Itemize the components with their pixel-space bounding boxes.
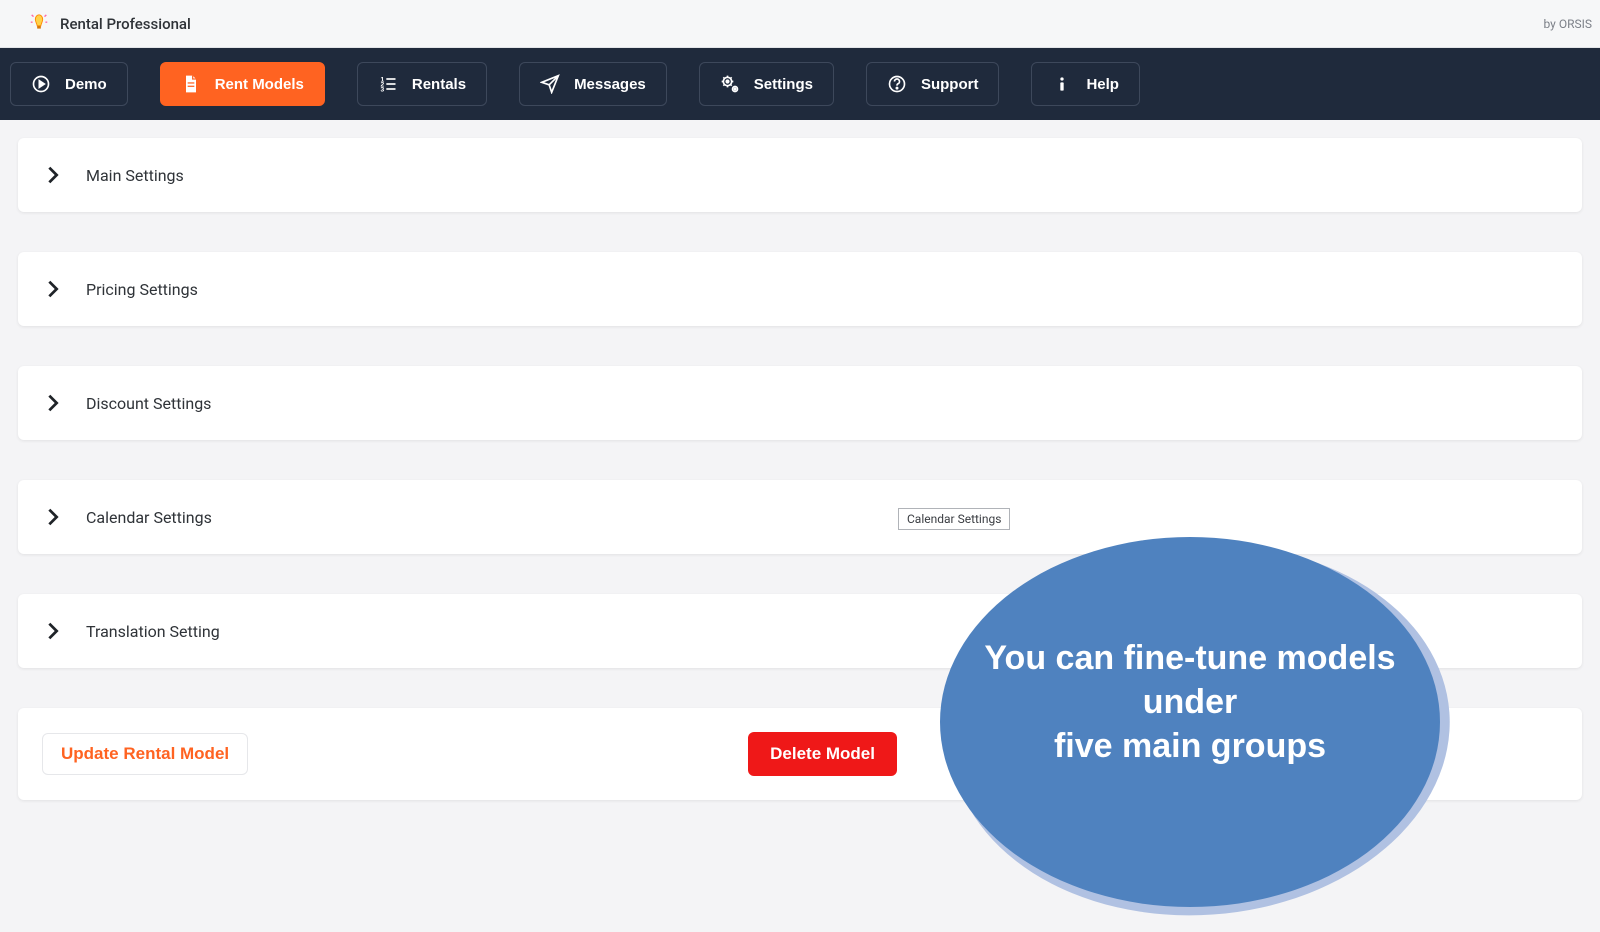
nav-label: Help bbox=[1086, 76, 1119, 93]
app-logo-icon bbox=[28, 13, 50, 35]
panel-main-settings[interactable]: Main Settings bbox=[18, 138, 1582, 212]
nav-help[interactable]: Help bbox=[1031, 62, 1140, 106]
panel-pricing-settings[interactable]: Pricing Settings bbox=[18, 252, 1582, 326]
play-icon bbox=[31, 74, 51, 94]
nav-label: Support bbox=[921, 76, 979, 93]
panel-title: Pricing Settings bbox=[86, 280, 198, 299]
chevron-right-icon bbox=[42, 164, 64, 186]
panel-calendar-settings[interactable]: Calendar Settings bbox=[18, 480, 1582, 554]
chevron-right-icon bbox=[42, 506, 64, 528]
nav-label: Rent Models bbox=[215, 76, 304, 93]
nav-support[interactable]: Support bbox=[866, 62, 1000, 106]
delete-model-button[interactable]: Delete Model bbox=[748, 732, 897, 776]
panel-title: Main Settings bbox=[86, 166, 184, 185]
callout-text: You can fine-tune models underfive main … bbox=[980, 636, 1400, 769]
chevron-right-icon bbox=[42, 278, 64, 300]
nav-rentals[interactable]: 123 Rentals bbox=[357, 62, 487, 106]
help-circle-icon bbox=[887, 74, 907, 94]
nav-demo[interactable]: Demo bbox=[10, 62, 128, 106]
info-icon bbox=[1052, 74, 1072, 94]
nav-label: Messages bbox=[574, 76, 646, 93]
vendor-label: by ORSIS bbox=[1544, 17, 1593, 31]
tooltip-calendar-settings: Calendar Settings bbox=[898, 508, 1010, 530]
document-icon bbox=[181, 74, 201, 94]
nav-rent-models[interactable]: Rent Models bbox=[160, 62, 325, 106]
send-icon bbox=[540, 74, 560, 94]
nav-settings[interactable]: Settings bbox=[699, 62, 834, 106]
callout-bubble: You can fine-tune models underfive main … bbox=[940, 537, 1440, 907]
update-rental-model-button[interactable]: Update Rental Model bbox=[42, 733, 248, 775]
panel-discount-settings[interactable]: Discount Settings bbox=[18, 366, 1582, 440]
nav-messages[interactable]: Messages bbox=[519, 62, 667, 106]
app-title-wrap: Rental Professional bbox=[28, 13, 191, 35]
app-title: Rental Professional bbox=[60, 15, 191, 33]
panel-title: Translation Setting bbox=[86, 622, 220, 641]
chevron-right-icon bbox=[42, 620, 64, 642]
nav-label: Settings bbox=[754, 76, 813, 93]
list-icon: 123 bbox=[378, 74, 398, 94]
main-nav: Demo Rent Models 123 Rentals Messages Se… bbox=[0, 48, 1600, 120]
panel-title: Discount Settings bbox=[86, 394, 211, 413]
app-header: Rental Professional by ORSIS bbox=[0, 0, 1600, 48]
chevron-right-icon bbox=[42, 392, 64, 414]
gear-icon bbox=[720, 74, 740, 94]
panel-title: Calendar Settings bbox=[86, 508, 212, 527]
nav-label: Demo bbox=[65, 76, 107, 93]
svg-text:3: 3 bbox=[380, 87, 384, 94]
nav-label: Rentals bbox=[412, 76, 466, 93]
